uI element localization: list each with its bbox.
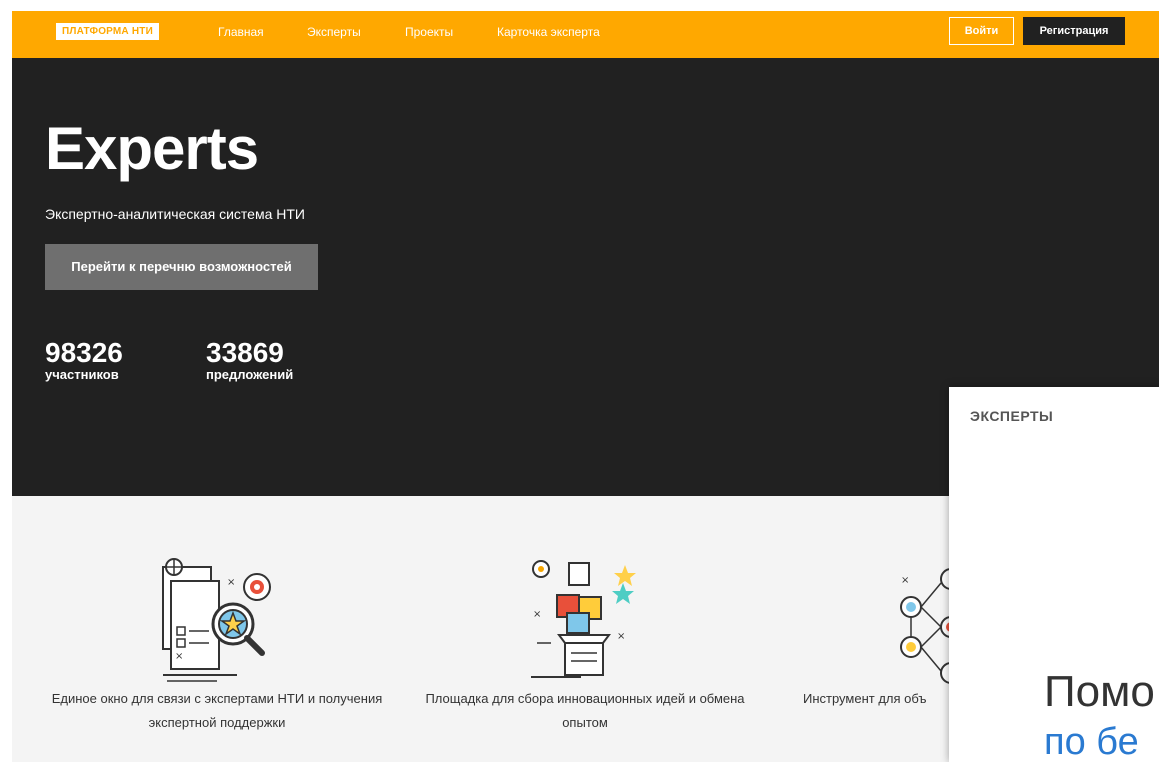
overlay-panel: ЭКСПЕРТЫ Помо по бе [949,387,1159,762]
top-navbar: ПЛАТФОРМА НТИ Главная Эксперты Проекты К… [12,11,1159,58]
nav-link-projects[interactable]: Проекты [405,11,453,58]
svg-text:×: × [901,575,909,586]
puzzle-hat-icon: × × [531,560,636,678]
overlay-heading: Помо [1044,667,1155,716]
nav-link-experts[interactable]: Эксперты [307,11,361,58]
register-button[interactable]: Регистрация [1023,17,1125,45]
svg-text:×: × [175,651,183,662]
svg-text:×: × [227,577,235,588]
login-button[interactable]: Войти [949,17,1014,45]
hero-title: Experts [45,115,259,182]
overlay-label: ЭКСПЕРТЫ [970,408,1054,424]
svg-text:×: × [617,631,625,642]
platform-logo[interactable]: ПЛАТФОРМА НТИ [56,23,159,40]
svg-text:×: × [533,609,541,620]
feature-text-single-window: Единое окно для связи с экспертами НТИ и… [51,691,383,730]
stat-participants: 98326 участников [45,338,123,382]
stat-proposals: 33869 предложений [206,338,293,382]
stat-label: участников [45,367,119,382]
feature-text-ideas-platform: Площадка для сбора инновационных идей и … [425,691,745,730]
nav-link-expert-card[interactable]: Карточка эксперта [497,11,600,58]
stat-label: предложений [206,367,294,382]
capabilities-button[interactable]: Перейти к перечню возможностей [45,244,318,290]
document-search-icon: × × [162,558,271,682]
network-icon: × [900,568,955,684]
hero-subtitle: Экспертно-аналитическая система НТИ [45,206,305,222]
stat-value: 33869 [206,337,284,368]
overlay-link[interactable]: по бе [1044,719,1139,762]
nav-link-home[interactable]: Главная [218,11,264,58]
stat-value: 98326 [45,337,123,368]
